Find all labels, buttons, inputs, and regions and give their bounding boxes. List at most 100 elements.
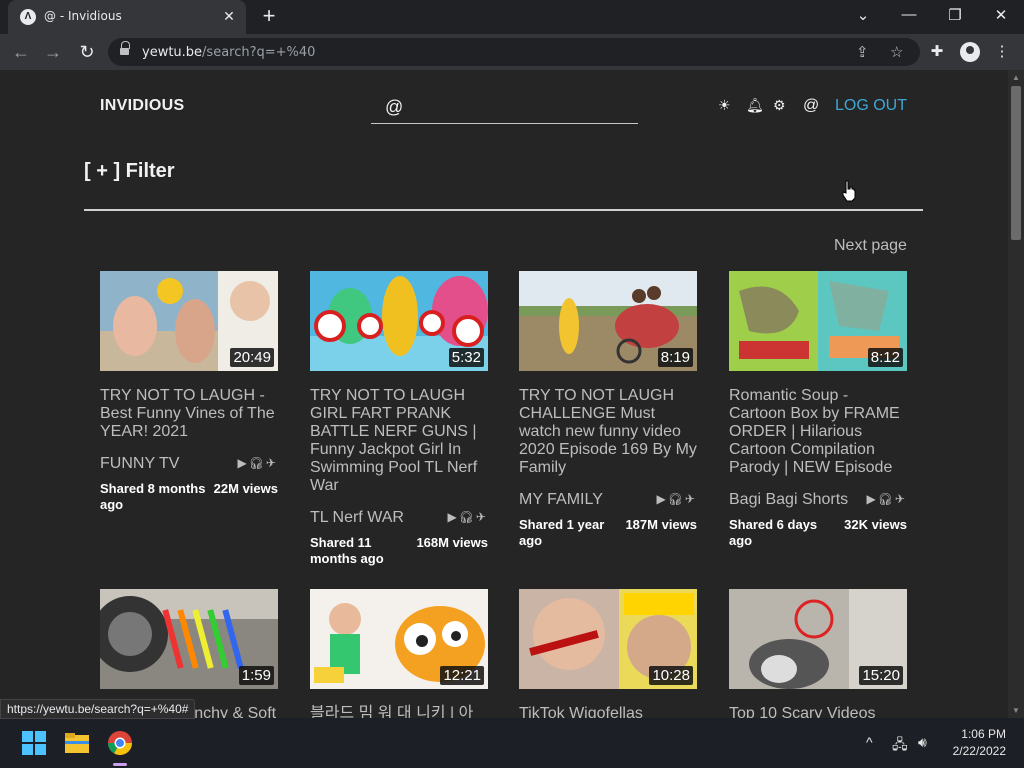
menu-kebab-icon[interactable]: ⋮ [992,42,1012,60]
video-title[interactable]: 블라드 밈 워 대 니키 | 아 [310,705,488,718]
brand-logo[interactable]: INVIDIOUS [100,97,185,115]
browser-tab-bar: Λ @ - Invidious ✕ + ⌄ — ❐ ✕ [0,0,1024,34]
chrome-icon[interactable] [104,727,136,759]
video-duration: 5:32 [448,348,484,367]
scroll-up-arrow-icon[interactable]: ▲ [1012,73,1020,82]
settings-gear-icon[interactable]: ⚙ [773,97,786,114]
video-duration: 12:21 [440,666,484,685]
shared-date: Shared 8 months ago [100,481,206,512]
video-duration: 1:59 [238,666,274,685]
video-title[interactable]: Romantic Soup - Cartoon Box by FRAME ORD… [729,387,907,477]
view-count: 168M views [416,535,488,550]
theme-sun-icon[interactable]: ☀ [718,97,731,114]
url-text: yewtu.be/search?q=+%40 [142,45,316,60]
share-icon[interactable]: ⇪ [856,43,869,61]
back-arrow-icon[interactable]: ← [10,41,32,63]
shared-date: Shared 1 year ago [519,517,605,548]
video-duration: 8:12 [867,348,903,367]
channel-name[interactable]: TL Nerf WAR [310,509,404,526]
lock-icon [120,41,130,56]
extensions-puzzle-icon[interactable]: ✚ [927,42,947,60]
video-thumbnail[interactable]: 20:49 [100,271,278,371]
video-stats: Shared 6 days ago 32K views [729,517,907,549]
new-tab-button[interactable]: + [256,4,282,30]
address-bar[interactable]: yewtu.be/search?q=+%40 ⇪ ☆ [108,38,920,66]
reload-icon[interactable]: ↻ [76,41,98,63]
windows-start-icon[interactable] [18,727,50,759]
view-count: 32K views [844,517,907,532]
page-viewport: INVIDIOUS ☀ 🔔︎ ⚙ @ LOG OUT [ + ] Filter … [0,70,1008,718]
video-stats: Shared 11 months ago 168M views [310,535,488,567]
page-scrollbar[interactable]: ▲ ▼ [1008,70,1024,718]
video-card[interactable]: 12:21 블라드 밈 워 대 니키 | 아 [310,589,488,718]
search-input[interactable] [371,92,638,124]
notifications-bell-icon[interactable]: 🔔︎ [746,97,764,114]
logout-link[interactable]: LOG OUT [835,97,907,115]
video-thumbnail[interactable]: 8:19 [519,271,697,371]
channel-name[interactable]: FUNNY TV [100,455,179,472]
video-card[interactable]: 5:32 TRY NOT TO LAUGH GIRL FART PRANK BA… [310,271,488,567]
user-label[interactable]: @ [803,97,819,115]
channel-row: MY FAMILY ▶🎧︎✈ [519,491,697,513]
close-window-button[interactable]: ✕ [986,6,1016,26]
video-thumbnail[interactable]: 8:12 [729,271,907,371]
video-thumbnail[interactable]: 5:32 [310,271,488,371]
watch-options-icons[interactable]: ▶🎧︎✈ [237,456,278,470]
file-explorer-icon[interactable] [61,727,93,759]
video-card[interactable]: 20:49 TRY NOT TO LAUGH - Best Funny Vine… [100,271,278,513]
browser-tab[interactable]: Λ @ - Invidious ✕ [8,0,246,34]
video-thumbnail[interactable]: 10:28 [519,589,697,689]
video-thumbnail[interactable]: 12:21 [310,589,488,689]
forward-arrow-icon[interactable]: → [42,41,64,63]
video-title[interactable]: TRY TO NOT LAUGH CHALLENGE Must watch ne… [519,387,697,477]
video-title[interactable]: TikTok Wigofellas [519,705,697,718]
video-title[interactable]: TRY NOT TO LAUGH - Best Funny Vines of T… [100,387,278,441]
tab-title: @ - Invidious [44,9,122,23]
taskbar-clock[interactable]: 1:06 PM 2/22/2022 [940,726,1006,760]
restore-button[interactable]: ❐ [940,6,970,26]
scroll-thumb[interactable] [1011,86,1021,240]
video-stats: Shared 1 year ago 187M views [519,517,697,549]
profile-avatar-icon[interactable] [960,42,980,62]
channel-row: Bagi Bagi Shorts ▶🎧︎✈ [729,491,907,513]
scroll-down-arrow-icon[interactable]: ▼ [1012,706,1020,715]
watch-options-icons[interactable]: ▶🎧︎✈ [447,510,488,524]
video-card[interactable]: 10:28 TikTok Wigofellas [519,589,697,718]
video-duration: 8:19 [657,348,693,367]
channel-row: TL Nerf WAR ▶🎧︎✈ [310,509,488,531]
video-card[interactable]: 8:12 Romantic Soup - Cartoon Box by FRAM… [729,271,907,549]
network-icon[interactable]: 🖧︎ [892,734,908,758]
tab-search-chevron-icon[interactable]: ⌄ [848,6,878,26]
video-stats: Shared 8 months ago 22M views [100,481,278,513]
shared-date: Shared 6 days ago [729,517,818,548]
clock-time: 1:06 PM [961,727,1006,741]
close-tab-icon[interactable]: ✕ [220,7,238,25]
active-app-indicator [113,763,127,766]
minimize-button[interactable]: — [894,6,924,26]
channel-row: FUNNY TV ▶🎧︎✈ [100,455,278,477]
view-count: 187M views [625,517,697,532]
divider [84,209,923,211]
video-title[interactable]: TRY NOT TO LAUGH GIRL FART PRANK BATTLE … [310,387,488,495]
next-page-link[interactable]: Next page [834,237,907,255]
video-thumbnail[interactable]: 1:59 [100,589,278,689]
watch-options-icons[interactable]: ▶🎧︎✈ [656,492,697,506]
clock-date: 2/22/2022 [952,744,1006,758]
mouse-pointer-hand-icon [842,180,856,202]
video-card[interactable]: 15:20 Top 10 Scary Videos [729,589,907,718]
bookmark-star-icon[interactable]: ☆ [890,43,903,61]
video-duration: 15:20 [859,666,903,685]
show-hidden-icons-chevron-icon[interactable]: ^ [866,734,873,750]
browser-toolbar: ← → ↻ yewtu.be/search?q=+%40 ⇪ ☆ ✚ ⋮ [0,34,1024,70]
channel-name[interactable]: MY FAMILY [519,491,603,508]
video-duration: 10:28 [649,666,693,685]
volume-icon[interactable]: 🔊︎ [918,734,927,751]
video-title[interactable]: Top 10 Scary Videos [729,705,907,718]
filter-toggle[interactable]: [ + ] Filter [84,160,175,183]
channel-name[interactable]: Bagi Bagi Shorts [729,491,848,508]
invidious-favicon-icon: Λ [20,9,36,25]
video-thumbnail[interactable]: 15:20 [729,589,907,689]
watch-options-icons[interactable]: ▶🎧︎✈ [866,492,907,506]
status-bar-link: https://yewtu.be/search?q=+%40# [0,699,196,719]
video-card[interactable]: 8:19 TRY TO NOT LAUGH CHALLENGE Must wat… [519,271,697,549]
